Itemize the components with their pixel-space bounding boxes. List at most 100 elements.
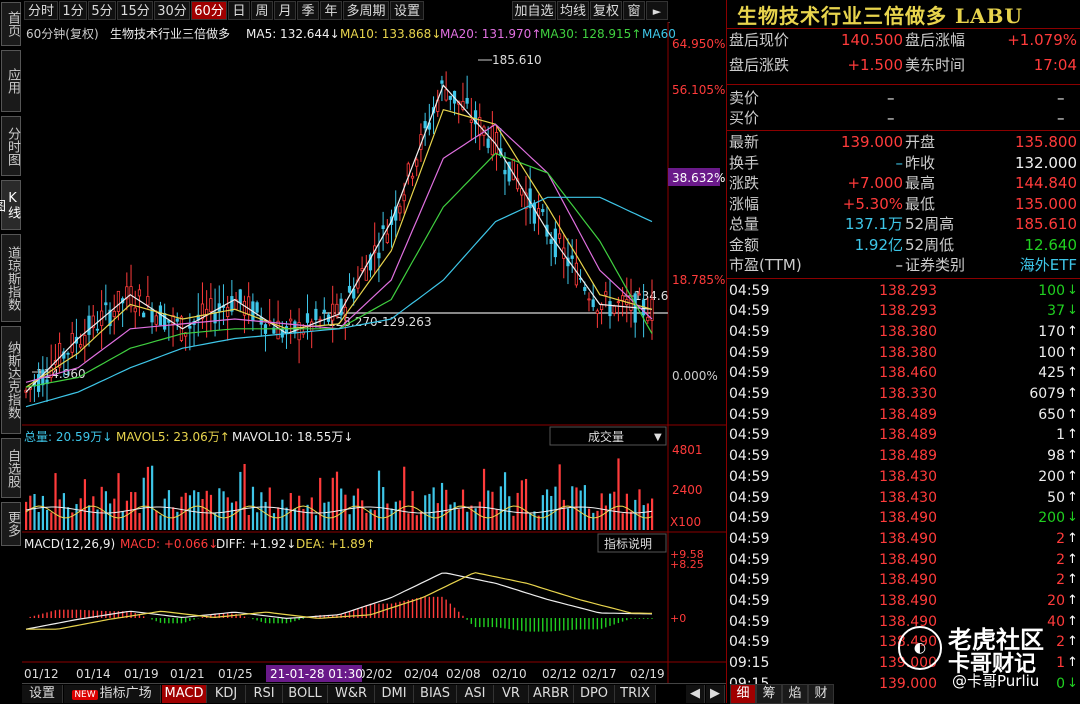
chart-period-label: 60分钟(复权) [26, 26, 99, 41]
indicator-tab-boll[interactable]: BOLL [283, 685, 328, 703]
candle-body [146, 296, 150, 306]
indicator-tab-arbr[interactable]: ARBR [529, 685, 574, 703]
tick-time: 04:59 [729, 634, 770, 651]
period-button-settings[interactable]: 设置 [390, 1, 424, 20]
panel-tab-3[interactable]: 财 [808, 684, 834, 704]
volume-bar [29, 495, 32, 530]
candle-body [255, 302, 259, 313]
period-button-month[interactable]: 月 [274, 1, 296, 20]
vol-axis-top: 4801 [672, 443, 703, 457]
period-button-15m[interactable]: 15分 [117, 1, 153, 20]
volume-bar [503, 472, 507, 530]
indicator-tab-macd[interactable]: MACD [162, 685, 207, 703]
tick-row: 04:59 138.330 6079 ↑ [727, 384, 1080, 404]
period-button-timeshare[interactable]: 分时 [24, 1, 58, 20]
sidebar-item-watchlist[interactable]: 自选股 [1, 438, 21, 498]
candle-body [116, 290, 121, 312]
stat-label-right: 昨收 [905, 153, 936, 172]
afterhours-value-right: 17:04 [1033, 56, 1077, 74]
period-button-week[interactable]: 周 [251, 1, 273, 20]
period-button-quarter[interactable]: 季 [297, 1, 319, 20]
tick-time: 04:59 [729, 613, 770, 630]
panel-tab-0[interactable]: 细 [730, 684, 756, 704]
tick-volume: 100 [1038, 344, 1065, 361]
candle-body [469, 119, 473, 123]
arrow-right-icon[interactable]: ► [646, 1, 668, 20]
volume-bar [310, 497, 313, 530]
indicator-tab-rsi[interactable]: RSI [246, 685, 283, 703]
scroll-left-icon[interactable]: ◀ [686, 685, 705, 703]
tick-volume: 6079 [1029, 386, 1065, 402]
ma-button[interactable]: 均线 [557, 1, 589, 20]
indicator-tab-dmi[interactable]: DMI [375, 685, 414, 703]
indicator-square-tab[interactable]: NEW 指标广场 [64, 685, 161, 703]
tick-price: 138.489 [879, 406, 937, 423]
period-button-1m[interactable]: 1分 [59, 1, 87, 20]
period-button-multi[interactable]: 多周期 [343, 1, 389, 20]
indicator-tab-bias[interactable]: BIAS [414, 685, 457, 703]
indicator-tab-trix[interactable]: TRIX [615, 685, 656, 703]
volume-bar [411, 491, 414, 530]
arrow-down-icon: ↓ [1067, 675, 1078, 691]
volume-bar [457, 509, 460, 530]
sidebar-item-timeshare[interactable]: 分时图 [1, 116, 21, 176]
indicator-tab-wr[interactable]: W&R [328, 685, 375, 703]
arrow-up-icon: ↑ [1067, 344, 1078, 360]
settings-tab[interactable]: 设置 [22, 685, 63, 703]
sidebar-item-home[interactable]: 首页 [1, 2, 21, 46]
diff-value-label: DIFF: +1.92↓ [216, 537, 296, 551]
panel-tab-1[interactable]: 筹 [756, 684, 782, 704]
indicator-tab-kdj[interactable]: KDJ [207, 685, 246, 703]
kline-chart[interactable]: 60分钟(复权) 生物技术行业三倍做多 MA5: 132.644↓ MA10: … [22, 22, 726, 683]
x-date-label: 02/17 [582, 667, 617, 681]
quote-title: 生物技术行业三倍做多 LABU [737, 4, 1023, 28]
mavol5-label: MAVOL5: 23.06万↑ [116, 430, 230, 444]
stat-value-left: +7.000 [847, 174, 903, 192]
adjust-button[interactable]: 复权 [590, 1, 622, 20]
indicator-tab-asi[interactable]: ASI [457, 685, 494, 703]
volume-bar [104, 491, 108, 530]
volume-bar [134, 492, 137, 530]
panel-tab-2[interactable]: 焰 [782, 684, 808, 704]
period-button-60m[interactable]: 60分 [191, 1, 227, 20]
volume-bar [545, 489, 549, 530]
candle-body [398, 205, 402, 214]
afterhours-value-right: +1.079% [1007, 31, 1077, 49]
arrow-up-icon: ↑ [1067, 551, 1078, 567]
arrow-up-icon: ↑ [1067, 530, 1078, 546]
tick-volume: 2 [1056, 530, 1065, 547]
tick-row: 04:59 138.293 100 ↓ [727, 281, 1080, 301]
candle-body [247, 296, 251, 315]
stat-value-right: 海外ETF [1019, 256, 1077, 274]
tick-row: 04:59 138.490 2 ↑ [727, 570, 1080, 590]
volume-bar [579, 490, 582, 530]
window-button[interactable]: 窗 [623, 1, 645, 20]
sidebar-item-dow[interactable]: 道琼斯指数 [1, 234, 21, 322]
scroll-right-icon[interactable]: ▶ [706, 685, 725, 703]
period-button-day[interactable]: 日 [228, 1, 250, 20]
volume-bar [520, 480, 523, 530]
tick-price: 138.430 [879, 489, 937, 506]
candle-body [70, 332, 74, 353]
tick-volume: 20 [1047, 593, 1065, 609]
period-button-year[interactable]: 年 [320, 1, 342, 20]
candle-body [112, 310, 116, 317]
candle-body [154, 315, 158, 325]
tick-volume: 650 [1038, 406, 1065, 423]
period-button-30m[interactable]: 30分 [154, 1, 190, 20]
volume-bar [272, 513, 276, 530]
x-date-label: 01/14 [76, 667, 111, 681]
sidebar-item-more[interactable]: 更多 [1, 502, 21, 546]
period-button-5m[interactable]: 5分 [88, 1, 116, 20]
add-watchlist-button[interactable]: 加自选 [512, 1, 556, 20]
x-date-label: 02/19 [630, 667, 665, 681]
sidebar-item-nasdaq[interactable]: 纳斯达克指数 [1, 326, 21, 434]
indicator-tab-dpo[interactable]: DPO [574, 685, 615, 703]
sidebar-item-kline[interactable]: K线图 [0, 180, 21, 230]
sidebar-item-apps[interactable]: 应用 [1, 50, 21, 112]
volume-bar [222, 491, 225, 530]
macd-value-label: MACD: +0.066↓ [120, 537, 218, 551]
indicator-tab-vr[interactable]: VR [494, 685, 529, 703]
candle-body [511, 158, 515, 181]
stat-label-left: 涨幅 [729, 194, 760, 213]
